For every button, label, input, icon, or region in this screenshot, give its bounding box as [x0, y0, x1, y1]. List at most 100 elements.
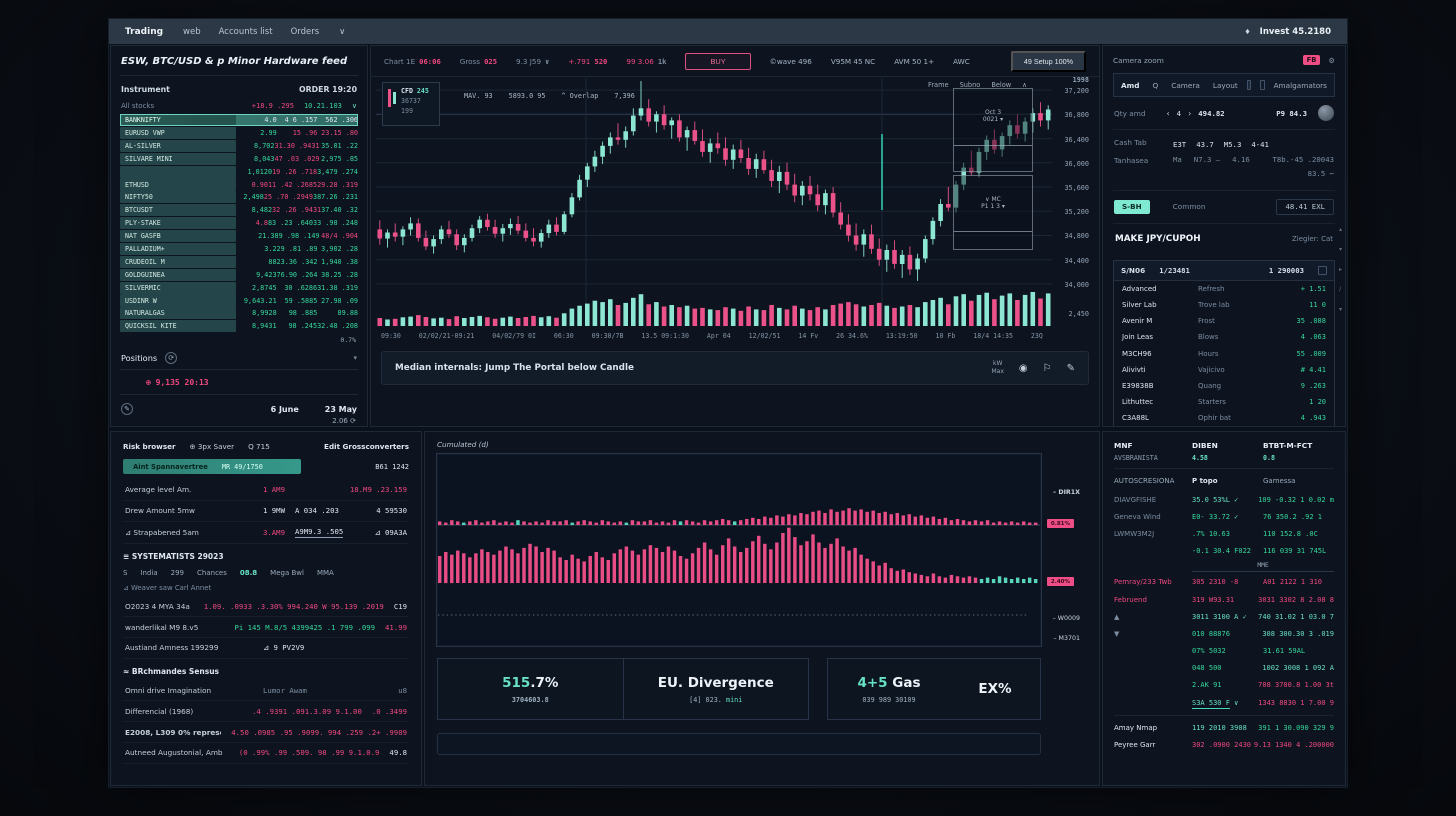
- watchlist-row[interactable]: NAT GASFB21.389 .98 .14948/4 .904: [120, 230, 358, 242]
- ledger-row[interactable]: -0.1 30.4 F022116 039 31 745L: [1114, 543, 1334, 560]
- stat-card-return[interactable]: 515.7% 3704603.8: [438, 659, 623, 719]
- qty-plus-button[interactable]: ›: [1188, 109, 1191, 118]
- col-symbol[interactable]: S/N06: [1121, 266, 1145, 275]
- date-from[interactable]: 6 June: [271, 405, 299, 414]
- cumulative-chart[interactable]: – DIR1X 0.81% 2.40% – W0009 – M3701: [437, 454, 1041, 646]
- time-axis[interactable]: 09:3002/02/21-09:2104/02/79 0I06:3009:30…: [381, 332, 1043, 340]
- market-stats-row[interactable]: E39838BQuang9 .263: [1114, 378, 1334, 394]
- watchlist-row[interactable]: 1,012019 .26 .7183,479 .274: [120, 166, 358, 178]
- risk-header-item[interactable]: Risk browser: [123, 442, 176, 451]
- ledger-footer-row[interactable]: Peyree Garr302 .0900 24309.13 1340 4 .20…: [1114, 736, 1334, 753]
- benchmark-row[interactable]: Omni drive ImaginationLumor Awamu8: [123, 681, 409, 702]
- order-overlay-box-2[interactable]: ∨ MC P1 1 3 ▾: [953, 175, 1033, 250]
- ledger-pink-row[interactable]: Februend319 W93.313031 3302 8 2.08 8: [1114, 591, 1334, 608]
- statement-row[interactable]: wanderlikal M9 8.v5Pi 145 M.8/5 4399425 …: [123, 617, 409, 638]
- gear-icon[interactable]: ⚙: [1328, 56, 1335, 65]
- menubar-caret-icon[interactable]: ∨: [339, 27, 345, 37]
- statement-tab[interactable]: India: [140, 569, 157, 577]
- scroll-mark-icon[interactable]: ▴: [1339, 226, 1342, 233]
- col-bid[interactable]: 1/23481: [1159, 266, 1190, 275]
- market-stats-row[interactable]: PMO59 090: [1114, 426, 1334, 427]
- order-tab[interactable]: Amd: [1121, 81, 1139, 90]
- ledger-mixed-row[interactable]: S3A 530 F ∨1343 8830 1 7.00 9: [1114, 694, 1334, 711]
- menubar-item[interactable]: web: [183, 27, 201, 37]
- scroll-mark-icon[interactable]: ▸: [1339, 266, 1342, 273]
- price-value[interactable]: P9 84.3: [1276, 109, 1307, 118]
- ledger-col-3[interactable]: BTBT-M-FCT: [1263, 441, 1334, 450]
- menubar-item[interactable]: Orders: [291, 27, 320, 37]
- candlestick-chart[interactable]: CFD 245 36737 199 MAV. 935893.0 95^ Over…: [376, 78, 1097, 330]
- ledger-mixed-row[interactable]: ▼010 88876308 300.30 3 .019: [1114, 625, 1334, 642]
- statement-row[interactable]: O2023 4 MYA 34a1.09. .0933 .3.30% 994.24…: [123, 596, 409, 617]
- watchlist-row[interactable]: CRUDEOIL M8823.36 .3421,940 .38: [120, 256, 358, 268]
- side-pill-buy[interactable]: S-BH: [1114, 200, 1150, 214]
- chart-toolbar-item[interactable]: Gross025: [460, 57, 497, 66]
- scroll-marks[interactable]: ▴▾▸∕▾: [1339, 226, 1342, 313]
- stat-card-ex[interactable]: EX%: [950, 681, 1040, 697]
- positions-caret-icon[interactable]: ▾: [353, 354, 357, 362]
- price-axis[interactable]: 199837,20036,80036,40036,00035,60035,200…: [1045, 78, 1097, 330]
- order-tab[interactable]: Layout: [1213, 81, 1238, 90]
- instrument-header[interactable]: Instrument: [121, 85, 170, 94]
- watchlist-row[interactable]: EURUSD VWP2.9915 .9623.15 .80: [120, 127, 358, 139]
- market-stats-row[interactable]: AlivivtiVajicivo# 4.41: [1114, 362, 1334, 378]
- stat-card-gas[interactable]: 4+5 Gas 039 989 30109: [828, 675, 950, 704]
- refresh-icon[interactable]: ⟳: [165, 352, 177, 364]
- ledger-mixed-row[interactable]: 07% 503231.61 59AL: [1114, 643, 1334, 660]
- snapshot-icon[interactable]: ◉: [1019, 363, 1028, 374]
- watchlist-row[interactable]: USDINR W9,643.2159 .588527.98 .09: [120, 294, 358, 306]
- ledger-col-2[interactable]: DIBEN: [1192, 441, 1263, 450]
- ledger-pink-row[interactable]: Pemray/233 Twb305 2310 -8A01 2122 1 310: [1114, 574, 1334, 591]
- statement-tab[interactable]: 299: [171, 569, 184, 577]
- ledger-mixed-row[interactable]: 2.AK 91708 3700.8 1.00 3t: [1114, 677, 1334, 694]
- market-stats-row[interactable]: M3CH96Hours55 .009: [1114, 346, 1334, 362]
- ledger-row[interactable]: LWMW3M2J.7% 10.63110 152.8 .0C: [1114, 525, 1334, 542]
- watchlist-row[interactable]: PLY-STAKE4.883 .23 .64033 .98 .248: [120, 217, 358, 229]
- watchlist-row[interactable]: ETHUSD0.9011 .42 .268529.28 .319: [120, 178, 358, 190]
- positions-header[interactable]: Positions ⟳ ▾: [120, 347, 358, 370]
- margin-mode-pill[interactable]: Aint Spannavertree MR 49/1750: [123, 459, 301, 474]
- margin-row[interactable]: Drew Amount 5mw1 9MWA 034 .2034 59530: [123, 501, 409, 522]
- risk-header-item[interactable]: Q 715: [248, 442, 270, 451]
- order-overlay-box-1[interactable]: Oct 3 0021 ▾: [953, 88, 1033, 172]
- benchmark-row[interactable]: Differencial (1968).4 .9391 .091.3.09 9.…: [123, 701, 409, 722]
- statement-row[interactable]: Austiand Amness 199299⊿ 9 PV2V9: [123, 638, 409, 659]
- chart-toolbar-item[interactable]: Chart 1E06:06: [384, 57, 441, 66]
- stat-card-divergence[interactable]: EU. Divergence [4] 023. mini: [624, 659, 809, 719]
- statement-tab[interactable]: S: [123, 569, 127, 577]
- loop-icon[interactable]: ⟳: [350, 417, 356, 425]
- statement-tab[interactable]: Chances: [197, 569, 227, 577]
- buy-button[interactable]: BUY: [685, 53, 750, 70]
- ledger-row[interactable]: Geneva WindE0- 33.72 ✓76 350.2 .92 1: [1114, 508, 1334, 525]
- scroll-mark-icon[interactable]: ▾: [1339, 246, 1342, 253]
- scroll-mark-icon[interactable]: ∕: [1339, 286, 1342, 293]
- market-stats-row[interactable]: Silver LabTrove lab11 0: [1114, 297, 1334, 313]
- benchmark-row[interactable]: Autneed Augustonial, Amb(0 .99% .99 .509…: [123, 743, 409, 764]
- chart-toolbar-item[interactable]: +.791520: [568, 57, 607, 66]
- benchmark-row[interactable]: E2008, L309 0% representing4.50 .0985 .9…: [123, 722, 409, 743]
- chart-indicator-item[interactable]: AVM 50 1+: [894, 57, 934, 66]
- avatar[interactable]: [1318, 105, 1334, 121]
- watchlist-row[interactable]: NATURALGAS8,992898 .88589.88: [120, 307, 358, 319]
- market-stats-row[interactable]: LithuttecStarters1 20: [1114, 394, 1334, 410]
- risk-header-item[interactable]: Edit Grossconverters: [324, 442, 409, 451]
- watchlist-row[interactable]: BTCUSDT8,48232 .26 .943137.40 .32: [120, 204, 358, 216]
- order-tab[interactable]: Camera: [1171, 81, 1200, 90]
- market-stats-row[interactable]: Join LeasBlows4 .063: [1114, 329, 1334, 345]
- side-common[interactable]: Common: [1173, 202, 1206, 211]
- market-stats-row[interactable]: C3A88LOphir bat4 .943: [1114, 410, 1334, 426]
- list-view-icon[interactable]: [1260, 80, 1264, 90]
- chart-indicator-item[interactable]: V95M 45 NC: [831, 57, 875, 66]
- ledger-mixed-row[interactable]: 048 5001002 3008 1 092 A: [1114, 660, 1334, 677]
- edit-icon[interactable]: ✎: [121, 403, 133, 415]
- margin-row[interactable]: Average level Am.1 AM918.M9 .23.159: [123, 480, 409, 501]
- market-stats-row[interactable]: AdvancedRefresh+ 1.51: [1114, 281, 1334, 297]
- ledger-col-1[interactable]: MNF: [1114, 441, 1192, 450]
- statement-tab[interactable]: 08.8: [240, 569, 257, 577]
- statement-tab[interactable]: Mega Bwl: [270, 569, 304, 577]
- confirm-pair[interactable]: MAKE JPY/CUPOH: [1115, 234, 1201, 244]
- chart-toolbar-item[interactable]: 99 3.061k: [626, 57, 666, 66]
- expand-icon[interactable]: [1318, 266, 1327, 275]
- qty-value[interactable]: 494.82: [1198, 109, 1224, 118]
- flag-icon[interactable]: ⚐: [1043, 363, 1052, 374]
